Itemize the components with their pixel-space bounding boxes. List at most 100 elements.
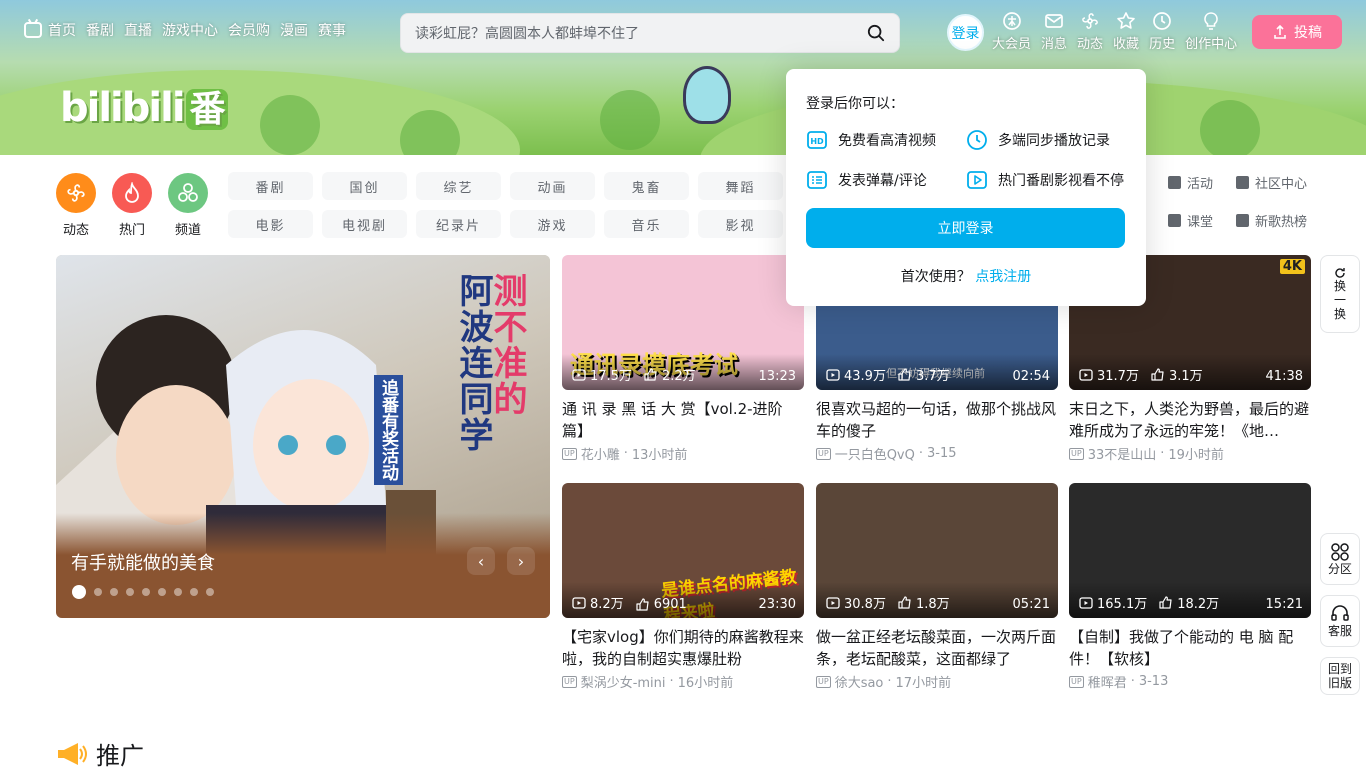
video-thumbnail[interactable]: 是谁点名的麻酱教程来啦8.2万690123:30 [562,483,804,618]
video-card[interactable]: 通讯录摸底考试17.5万2.2万13:23 通 讯 录 黑 话 大 赏【vol.2… [562,255,804,463]
like-count: 18.2万 [1159,593,1219,612]
video-author[interactable]: 梨涡少女-mini [581,672,666,691]
link-activity[interactable]: 活动 [1168,172,1236,192]
video-author[interactable]: 一只白色QvQ [835,444,915,463]
carousel-dot[interactable] [72,585,86,599]
carousel-caption[interactable]: 有手就能做的美食 [71,549,215,575]
video-author[interactable]: 徐大sao [835,672,884,691]
like-count-value: 3.1万 [1168,369,1203,384]
video-time: 3-13 [1138,674,1169,689]
video-thumbnail[interactable]: 通讯录摸底考试17.5万2.2万13:23 [562,255,804,390]
play-count: 8.2万 [572,593,624,612]
video-title[interactable]: 末日之下，人类沦为野兽，最后的避难所成为了永远的牢笼！《地… [1069,398,1311,442]
mail-icon [1045,14,1063,28]
uploader-icon: UP [562,675,577,688]
link-community[interactable]: 社区中心 [1236,172,1326,192]
link-community-label: 社区中心 [1255,176,1308,192]
register-link[interactable]: 点我注册 [975,269,1031,285]
nav-messages[interactable]: 消息 [1041,11,1067,52]
customer-service-button[interactable]: 客服 [1320,595,1360,647]
nav-home[interactable]: 首页 [48,20,76,40]
refresh-button[interactable]: 换 一 换 [1320,255,1360,333]
video-card[interactable]: 是谁点名的麻酱教程来啦8.2万690123:30 【宅家vlog】你们期待的麻酱教… [562,483,804,691]
tag-dance[interactable]: 舞蹈 [698,172,783,200]
video-title[interactable]: 【宅家vlog】你们期待的麻酱教程来啦，我的自制超实惠爆肚粉 [562,626,804,670]
hero-carousel[interactable]: 阿波连同学 测不准的 追番有奖活动 有手就能做的美食 ‹ › [56,255,550,618]
carousel-dot[interactable] [110,588,118,596]
channel-dynamic[interactable]: 动态 [56,173,96,238]
nav-favorites[interactable]: 收藏 [1113,11,1139,52]
login-avatar-button[interactable]: 登录 [947,14,984,51]
carousel-dot[interactable] [142,588,150,596]
svg-text:HD: HD [810,137,824,146]
carousel-dot[interactable] [190,588,198,596]
carousel-dot[interactable] [158,588,166,596]
video-thumbnail[interactable]: 165.1万 18.2万 15:21 [1069,483,1311,618]
old-version-button[interactable]: 回到旧版 [1320,657,1360,695]
video-title[interactable]: 通 讯 录 黑 话 大 赏【vol.2-进阶篇】 [562,398,804,442]
channel-channels[interactable]: 频道 [168,173,208,238]
like-count-value: 18.2万 [1177,597,1220,612]
carousel-dot[interactable] [174,588,182,596]
tag-film-tv[interactable]: 影视 [698,210,783,238]
nav-dynamic-label: 动态 [1077,37,1104,52]
nav-live[interactable]: 直播 [124,20,152,40]
like-count-value: 1.8万 [915,597,950,612]
carousel-dot[interactable] [126,588,134,596]
nav-esports[interactable]: 赛事 [318,20,346,40]
nav-vip[interactable]: 大会员 [992,11,1031,52]
video-author[interactable]: 花小雕 [581,444,620,463]
tv-icon[interactable] [24,22,42,38]
video-thumbnail[interactable]: 30.8万 1.8万 05:21 [816,483,1058,618]
channel-hot[interactable]: 热门 [112,173,152,238]
nav-dynamic[interactable]: 动态 [1077,11,1103,52]
carousel-dot[interactable] [206,588,214,596]
nav-game-center[interactable]: 游戏中心 [162,20,218,40]
grid-circles-icon [1331,543,1349,561]
search-icon[interactable] [867,24,885,42]
chevron-right-icon: › [517,551,525,571]
tag-guochuang[interactable]: 国创 [322,172,407,200]
star-icon [1117,12,1135,29]
video-title[interactable]: 做一盆正经老坛酸菜面，一次两斤面条，老坛配酸菜，这面都绿了 [816,626,1058,670]
upload-button[interactable]: 投稿 [1252,15,1342,49]
nav-history[interactable]: 历史 [1149,11,1175,52]
carousel-dot[interactable] [94,588,102,596]
tag-movie[interactable]: 电影 [228,210,313,238]
video-title[interactable]: 【自制】我做了个能动的 电 脑 配件！【软核】 [1069,626,1311,670]
meta-separator: · [1160,446,1165,461]
tag-documentary[interactable]: 纪录片 [416,210,501,238]
video-author[interactable]: 稚晖君 [1088,672,1127,691]
video-title[interactable]: 很喜欢马超的一句话，做那个挑战风车的傻子 [816,398,1058,442]
video-card[interactable]: 30.8万 1.8万 05:21 做一盆正经老坛酸菜面，一次两斤面条，老坛配酸菜，这面… [816,483,1058,691]
bilibili-logo[interactable]: bilibili 番 [60,80,228,132]
login-now-button[interactable]: 立即登录 [806,208,1125,248]
play-count-value: 30.8万 [844,597,886,612]
video-card[interactable]: 165.1万 18.2万 15:21 【自制】我做了个能动的 电 脑 配件！【软核】 U… [1069,483,1311,691]
link-new-songs[interactable]: 新歌热榜 [1236,210,1326,230]
meta-separator: · [1130,674,1135,689]
carousel-dots [72,585,214,599]
tag-variety[interactable]: 综艺 [416,172,501,200]
carousel-next-button[interactable]: › [507,547,535,575]
nav-anime[interactable]: 番剧 [86,20,114,40]
tag-animation[interactable]: 动画 [510,172,595,200]
tag-game[interactable]: 游戏 [510,210,595,238]
tag-music[interactable]: 音乐 [604,210,689,238]
carousel-prev-button[interactable]: ‹ [467,547,495,575]
video-meta: UP 花小雕 · 13小时前 [562,444,804,463]
popup-heading: 登录后你可以： [806,96,904,112]
link-classroom[interactable]: 课堂 [1168,210,1236,230]
tag-anime[interactable]: 番剧 [228,172,313,200]
nav-manga[interactable]: 漫画 [280,20,308,40]
tag-kichiku[interactable]: 鬼畜 [604,172,689,200]
tag-tv-series[interactable]: 电视剧 [322,210,407,238]
video-author[interactable]: 33不是山山 [1088,444,1157,463]
nav-creator-center[interactable]: 创作中心 [1185,11,1237,52]
zone-button[interactable]: 分区 [1320,533,1360,585]
nav-mall[interactable]: 会员购 [228,20,270,40]
classroom-icon [1168,213,1181,227]
search-input[interactable] [415,23,855,45]
play-count-icon [1079,596,1093,609]
play-count: 17.5万 [572,365,632,384]
